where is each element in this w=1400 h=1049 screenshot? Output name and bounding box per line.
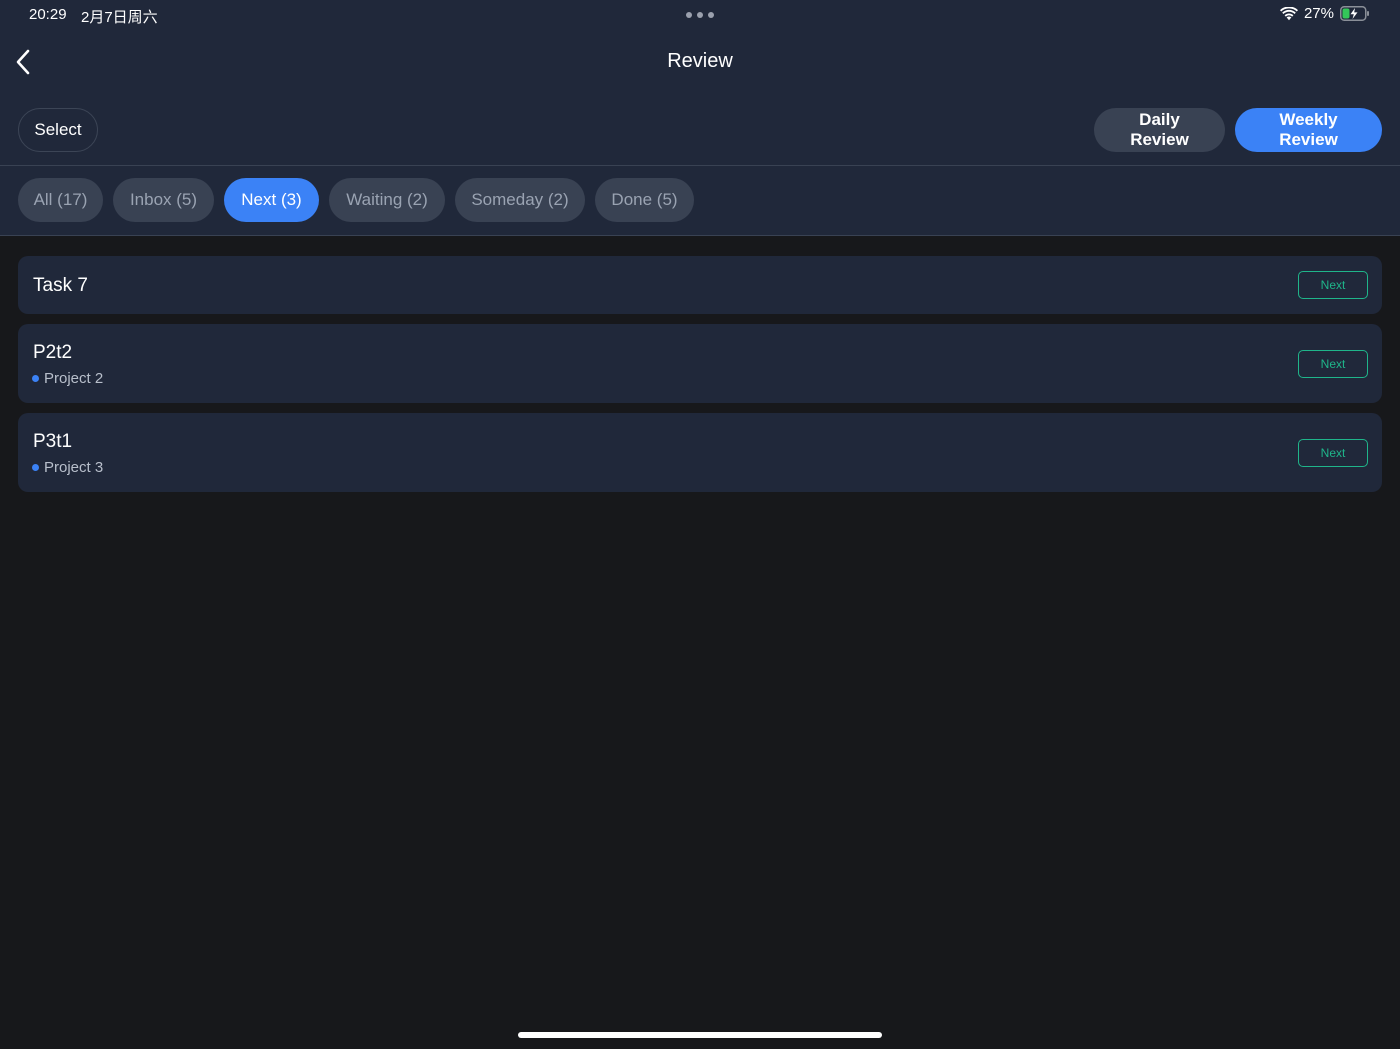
- page-title: Review: [667, 50, 733, 72]
- project-color-dot: [32, 464, 39, 471]
- review-mode-toggle: Daily Review Weekly Review: [1094, 108, 1382, 152]
- navigation-bar: Review: [0, 36, 1400, 88]
- daily-review-button[interactable]: Daily Review: [1094, 108, 1225, 152]
- status-bar: 20:29 2月7日周六 27%: [0, 0, 1400, 30]
- home-indicator[interactable]: [518, 1032, 882, 1038]
- filter-tabs: All (17) Inbox (5) Next (3) Waiting (2) …: [18, 178, 694, 222]
- app: 20:29 2月7日周六 27% Review Select Daily Rev…: [0, 0, 1400, 1049]
- project-name: Project 2: [44, 370, 104, 387]
- status-date: 2月7日周六: [81, 9, 158, 26]
- header: 20:29 2月7日周六 27% Review Select Daily Rev…: [0, 0, 1400, 236]
- select-button[interactable]: Select: [18, 108, 98, 152]
- tab-inbox[interactable]: Inbox (5): [113, 178, 214, 222]
- status-indicators: 27%: [1279, 5, 1370, 22]
- task-project: Project 2: [32, 370, 103, 387]
- task-row[interactable]: Task 7 Next: [18, 256, 1382, 314]
- tab-waiting[interactable]: Waiting (2): [329, 178, 445, 222]
- tab-all[interactable]: All (17): [18, 178, 103, 222]
- task-title: P2t2: [33, 342, 73, 363]
- status-badge[interactable]: Next: [1298, 271, 1368, 299]
- battery-percentage: 27%: [1303, 5, 1334, 22]
- task-title: P3t1: [33, 431, 73, 452]
- multitasking-dots-icon[interactable]: [686, 12, 714, 18]
- battery-charging-icon: [1340, 6, 1369, 21]
- tab-someday[interactable]: Someday (2): [455, 178, 585, 222]
- project-name: Project 3: [44, 459, 104, 476]
- task-list: Task 7 Next P2t2 Project 2 Next P3t1 Pro…: [18, 256, 1382, 502]
- tab-done[interactable]: Done (5): [595, 178, 694, 222]
- status-badge[interactable]: Next: [1298, 439, 1368, 467]
- status-time: 20:29: [29, 6, 67, 23]
- task-project: Project 3: [32, 459, 103, 476]
- project-color-dot: [32, 375, 39, 382]
- toolbar-divider: [0, 165, 1400, 166]
- task-row[interactable]: P3t1 Project 3 Next: [18, 413, 1382, 492]
- tab-next[interactable]: Next (3): [224, 178, 319, 222]
- tabs-divider: [0, 235, 1400, 236]
- status-badge[interactable]: Next: [1298, 350, 1368, 378]
- task-row[interactable]: P2t2 Project 2 Next: [18, 324, 1382, 403]
- weekly-review-button[interactable]: Weekly Review: [1235, 108, 1382, 152]
- wifi-icon: [1279, 6, 1298, 20]
- review-toolbar: Select Daily Review Weekly Review: [0, 108, 1400, 152]
- task-title: Task 7: [33, 275, 88, 296]
